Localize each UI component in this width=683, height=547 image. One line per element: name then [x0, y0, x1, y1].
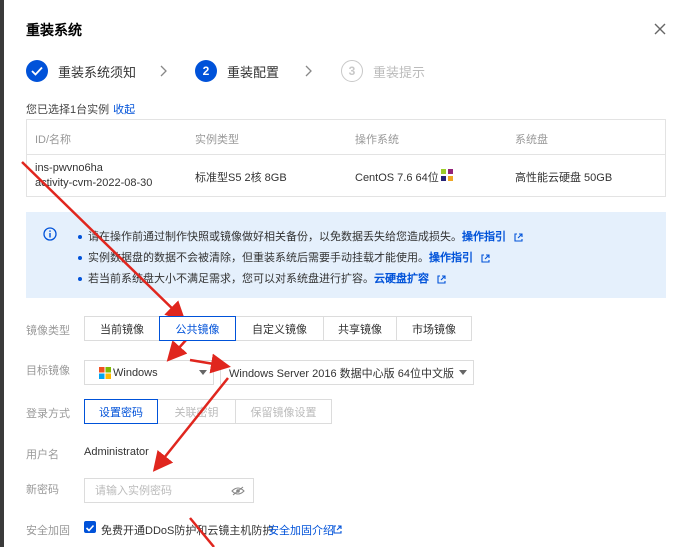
table-row: ins-pwvno6ha activity-cvm-2022-08-30 标准型… [27, 155, 665, 196]
windows-logo-icon [99, 366, 111, 379]
chevron-down-icon [199, 370, 207, 375]
check-icon [26, 60, 48, 82]
external-link-icon[interactable] [481, 254, 490, 263]
image-type-label: 镜像类型 [26, 325, 70, 337]
chevron-right-icon [305, 65, 312, 77]
close-icon[interactable] [653, 22, 667, 36]
instance-type: 标准型S5 2核 8GB [195, 172, 287, 184]
login-bind-key[interactable]: 关联密钥 [157, 399, 236, 424]
image-type-current[interactable]: 当前镜像 [84, 316, 160, 341]
eye-off-icon[interactable] [231, 486, 245, 496]
notice-line: 实例数据盘的数据不会被清除，但重装系统后需要手动挂载才能使用。操作指引 [78, 249, 490, 265]
external-link-icon[interactable] [333, 525, 342, 534]
security-checkbox-label: 免费开通DDoS防护和云镜主机防护 [101, 525, 274, 537]
instance-id: ins-pwvno6ha [35, 162, 103, 174]
security-label: 安全加固 [26, 525, 70, 537]
step-1-label: 重装系统须知 [58, 64, 137, 80]
instance-table: ID/名称 实例类型 操作系统 系统盘 ins-pwvno6ha activit… [26, 119, 666, 197]
info-icon [43, 227, 57, 241]
centos-logo-icon [441, 169, 453, 181]
step-2-label: 重装配置 [227, 64, 280, 80]
dialog-title: 重装系统 [26, 22, 82, 38]
external-link-icon[interactable] [514, 233, 523, 242]
column-header: ID/名称 [35, 134, 72, 146]
guide-link[interactable]: 操作指引 [429, 252, 473, 264]
chevron-down-icon [459, 370, 467, 375]
image-version-select[interactable]: Windows Server 2016 数据中心版 64位中文版 | im [220, 360, 474, 385]
disk-expand-link[interactable]: 云硬盘扩容 [374, 273, 429, 285]
instance-os: CentOS 7.6 64位 [355, 172, 439, 184]
image-type-market[interactable]: 市场镜像 [396, 316, 472, 341]
column-header: 实例类型 [195, 134, 239, 146]
security-intro-link[interactable]: 安全加固介绍 [268, 522, 334, 538]
image-type-shared[interactable]: 共享镜像 [323, 316, 397, 341]
instance-name: activity-cvm-2022-08-30 [35, 177, 153, 189]
username-value: Administrator [84, 446, 149, 458]
notice-line: 若当前系统盘大小不满足需求，您可以对系统盘进行扩容。云硬盘扩容 [78, 270, 446, 286]
check-icon [85, 524, 95, 532]
new-password-label: 新密码 [26, 484, 59, 496]
password-field [84, 478, 254, 503]
external-link-icon[interactable] [437, 275, 446, 284]
login-set-password[interactable]: 设置密码 [84, 399, 158, 424]
selection-summary: 您已选择1台实例 收起 [26, 101, 135, 117]
step-3-number: 3 [341, 60, 363, 82]
chevron-right-icon [160, 65, 167, 77]
notice-text: 若当前系统盘大小不满足需求，您可以对系统盘进行扩容。 [88, 273, 374, 285]
step-3-label: 重装提示 [373, 64, 426, 80]
os-select[interactable]: Windows [84, 360, 214, 385]
step-1: 重装系统须知 [26, 59, 136, 83]
image-type-public[interactable]: 公共镜像 [159, 316, 236, 341]
login-method-label: 登录方式 [26, 408, 70, 420]
guide-link[interactable]: 操作指引 [462, 231, 506, 243]
password-input[interactable] [93, 483, 227, 498]
target-image-label: 目标镜像 [26, 365, 70, 377]
step-indicator: 重装系统须知 2 重装配置 3 重装提示 [26, 59, 646, 83]
annotation-arrow [166, 339, 188, 362]
selection-text: 您已选择1台实例 [26, 104, 110, 116]
table-header: ID/名称 实例类型 操作系统 系统盘 [27, 120, 665, 155]
image-type-selector: 当前镜像 公共镜像 自定义镜像 共享镜像 市场镜像 [84, 316, 472, 341]
instance-disk: 高性能云硬盘 50GB [515, 172, 613, 184]
column-header: 操作系统 [355, 134, 399, 146]
security-checkbox[interactable] [84, 521, 96, 533]
step-2: 2 重装配置 [195, 59, 279, 83]
column-header: 系统盘 [515, 134, 548, 146]
background-window-edge [0, 0, 4, 547]
image-version-value: Windows Server 2016 数据中心版 64位中文版 | im [229, 367, 457, 380]
login-method-selector: 设置密码 关联密钥 保留镜像设置 [84, 399, 332, 424]
notice-box: 请在操作前通过制作快照或镜像做好相关备份，以免数据丢失给您造成损失。操作指引 实… [26, 212, 666, 298]
login-keep-image-settings[interactable]: 保留镜像设置 [235, 399, 332, 424]
username-label: 用户名 [26, 449, 59, 461]
notice-text: 实例数据盘的数据不会被清除，但重装系统后需要手动挂载才能使用。 [88, 252, 429, 264]
collapse-link[interactable]: 收起 [113, 104, 135, 116]
image-type-custom[interactable]: 自定义镜像 [235, 316, 324, 341]
notice-line: 请在操作前通过制作快照或镜像做好相关备份，以免数据丢失给您造成损失。操作指引 [78, 228, 523, 244]
notice-text: 请在操作前通过制作快照或镜像做好相关备份，以免数据丢失给您造成损失。 [88, 231, 462, 243]
os-select-value: Windows [113, 366, 158, 379]
step-3: 3 重装提示 [341, 59, 425, 83]
step-2-number: 2 [195, 60, 217, 82]
